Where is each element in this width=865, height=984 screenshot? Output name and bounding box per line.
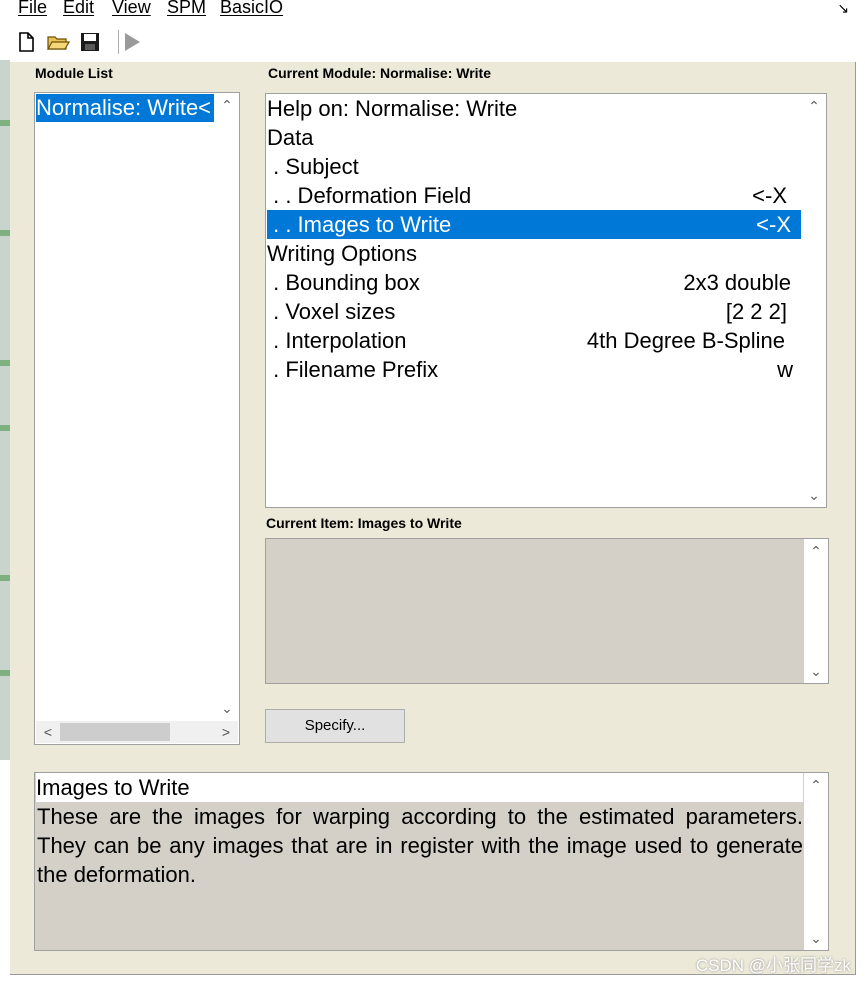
chevron-left-icon[interactable]: <	[36, 721, 60, 743]
watermark: CSDN @小张同学zk	[695, 956, 851, 975]
current-module-list[interactable]: Help on: Normalise: Write Data . Subject…	[265, 93, 827, 508]
chevron-up-icon[interactable]: ⌃	[804, 773, 828, 797]
help-title: Images to Write	[36, 773, 803, 802]
menu-bar: File Edit View SPM BasicIO ↘	[0, 0, 855, 22]
module-list[interactable]: Normalise: Write< ⌃ ⌄ < >	[34, 92, 240, 745]
row-value: w	[777, 357, 793, 382]
list-item[interactable]: Writing Options	[267, 239, 801, 268]
list-item[interactable]: . Voxel sizes [2 2 2]	[267, 297, 801, 326]
row-label: . Subject	[267, 154, 359, 179]
new-file-icon[interactable]	[14, 30, 38, 54]
specify-button[interactable]: Specify...	[265, 709, 405, 743]
current-item-vscroll[interactable]: ⌃ ⌄	[804, 539, 828, 683]
row-label: . . Images to Write	[267, 212, 452, 237]
row-value: 4th Degree B-Spline	[586, 328, 785, 353]
current-item-label: Current Item: Images to Write	[266, 515, 462, 531]
row-label: . Bounding box	[267, 270, 420, 295]
hscroll-thumb[interactable]	[60, 723, 170, 741]
help-box[interactable]: Images to Write These are the images for…	[34, 772, 829, 951]
list-item[interactable]: . Bounding box 2x3 double	[267, 268, 801, 297]
chevron-up-icon[interactable]: ⌃	[804, 539, 828, 563]
row-value: 2x3 double	[683, 270, 791, 295]
current-item-box[interactable]: ⌃ ⌄	[265, 538, 829, 684]
row-value: [2 2 2]	[725, 299, 787, 324]
list-item[interactable]: . Subject	[267, 152, 801, 181]
help-body: These are the images for warping accordi…	[36, 802, 803, 949]
row-label: Writing Options	[267, 241, 417, 266]
list-item[interactable]: . . Deformation Field <-X	[267, 181, 801, 210]
chevron-down-icon[interactable]: ⌄	[215, 696, 239, 720]
list-item[interactable]: Data	[267, 123, 801, 152]
help-vscroll[interactable]: ⌃ ⌄	[804, 773, 828, 950]
menu-basicio[interactable]: BasicIO	[220, 0, 283, 18]
save-icon[interactable]	[78, 30, 102, 54]
row-label: . Voxel sizes	[267, 299, 396, 324]
current-module-label: Current Module: Normalise: Write	[268, 65, 491, 81]
batch-editor-window: Module List Current Module: Normalise: W…	[10, 62, 856, 975]
list-item[interactable]: . Filename Prefix w	[267, 355, 801, 384]
list-item-selected[interactable]: . . Images to Write <-X	[267, 210, 801, 239]
module-list-hscroll[interactable]: < >	[36, 721, 238, 743]
row-value: <-X	[752, 183, 787, 208]
toolbar-separator	[118, 30, 119, 54]
row-label: . Interpolation	[267, 328, 407, 353]
menu-spm[interactable]: SPM	[167, 0, 206, 18]
dock-arrow-icon[interactable]: ↘	[837, 0, 849, 17]
chevron-up-icon[interactable]: ⌃	[802, 94, 826, 118]
toolbar	[10, 24, 855, 63]
row-value: <-X	[756, 212, 791, 237]
chevron-up-icon[interactable]: ⌃	[215, 93, 239, 117]
row-label: . Filename Prefix	[267, 357, 439, 382]
module-list-item[interactable]: Normalise: Write<	[36, 94, 214, 122]
chevron-right-icon[interactable]: >	[214, 721, 238, 743]
module-list-vscroll[interactable]: ⌃ ⌄	[215, 93, 239, 720]
run-icon[interactable]	[120, 30, 144, 54]
row-label: Data	[267, 125, 314, 150]
open-folder-icon[interactable]	[46, 30, 70, 54]
list-item[interactable]: . Interpolation 4th Degree B-Spline	[267, 326, 801, 355]
row-label: Help on: Normalise: Write	[267, 96, 518, 121]
menu-file[interactable]: File	[18, 0, 47, 18]
row-label: . . Deformation Field	[267, 183, 472, 208]
current-module-vscroll[interactable]: ⌃ ⌄	[802, 94, 826, 507]
chevron-down-icon[interactable]: ⌄	[804, 926, 828, 950]
list-item[interactable]: Help on: Normalise: Write	[267, 94, 801, 123]
chevron-down-icon[interactable]: ⌄	[804, 659, 828, 683]
menu-view[interactable]: View	[112, 0, 151, 18]
chevron-down-icon[interactable]: ⌄	[802, 483, 826, 507]
menu-edit[interactable]: Edit	[63, 0, 94, 18]
module-list-label: Module List	[35, 65, 113, 81]
